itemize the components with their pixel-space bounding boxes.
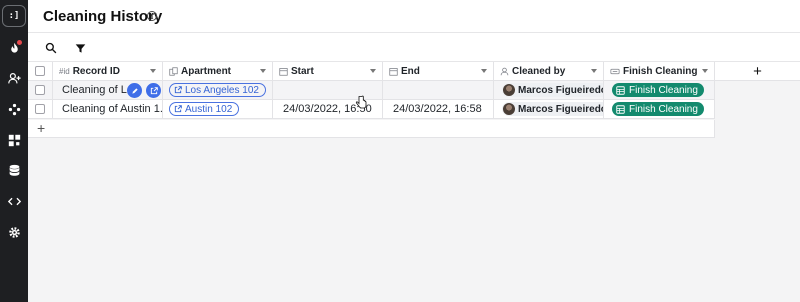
column-label: Apartment [181,65,232,77]
select-all-checkbox[interactable] [35,66,45,76]
page-header: Cleaning History i [28,0,800,33]
column-header-end[interactable]: End [383,62,494,81]
user-plus-icon[interactable] [6,70,22,86]
apartment-link-label: Austin 102 [185,103,233,115]
cleaned-by-cell[interactable]: Marcos Figueiredo [494,81,604,100]
end-cell[interactable]: 24/03/2022, 16:58 [383,100,494,119]
flame-icon[interactable] [6,40,22,56]
open-row-button[interactable] [146,83,161,98]
column-header-apartment[interactable]: Apartment [163,62,273,81]
chevron-down-icon[interactable] [591,69,597,73]
add-row-label: + [37,120,46,136]
apartment-link[interactable]: Austin 102 [169,102,240,116]
table-icon [616,104,625,114]
column-header-record-id[interactable]: #id Record ID [53,62,163,81]
column-label: Record ID [72,65,120,77]
chevron-down-icon[interactable] [702,69,708,73]
external-link-icon [174,105,182,113]
avatar [503,84,515,96]
table-toolbar [28,33,800,62]
column-label: Finish Cleaning [623,65,698,77]
record-id-text: Cleaning of Austin 1... [62,103,163,115]
hand-cursor-icon [355,95,367,109]
record-id-cell[interactable]: Cleaning of Austin 1... [53,100,163,119]
user-type-icon [500,67,509,76]
chevron-down-icon[interactable] [370,69,376,73]
column-header-start[interactable]: Start [273,62,383,81]
finish-cleaning-button[interactable]: Finish Cleaning [612,102,704,116]
code-icon[interactable] [6,193,22,209]
column-label: Start [291,65,314,77]
apartment-cell[interactable]: Los Angeles 102 [163,81,273,100]
row-select-cell [28,100,53,119]
notification-dot [17,40,22,45]
calendar-icon [389,67,398,76]
column-label: End [401,65,420,77]
chevron-down-icon[interactable] [150,69,156,73]
chevron-down-icon[interactable] [481,69,487,73]
finish-cleaning-label: Finish Cleaning [629,103,698,115]
user-name: Marcos Figueiredo [518,84,604,96]
apps-icon[interactable] [6,132,22,148]
chevron-down-icon[interactable] [260,69,266,73]
add-row-button[interactable]: + [28,120,715,138]
apartment-cell[interactable]: Austin 102 [163,100,273,119]
row-checkbox[interactable] [35,85,45,95]
external-link-icon [174,86,182,94]
user-chip: Marcos Figueiredo [502,102,604,116]
filter-icon[interactable] [71,39,89,57]
column-label: Cleaned by [512,65,566,77]
add-column-button[interactable]: + [715,62,800,81]
column-header-finish-cleaning[interactable]: Finish Cleaning [604,62,715,81]
row-select-cell [28,81,53,100]
app-logo[interactable]: :] [2,5,26,27]
avatar [503,103,515,115]
finish-cleaning-cell: Finish Cleaning [604,100,715,119]
database-icon[interactable] [6,162,22,178]
button-type-icon [610,67,620,76]
link-type-icon [169,66,178,76]
column-header-cleaned-by[interactable]: Cleaned by [494,62,604,81]
external-link-icon [150,86,158,94]
table-icon [616,85,625,95]
pencil-icon [131,87,138,94]
end-cell[interactable] [383,81,494,100]
end-value: 24/03/2022, 16:58 [393,103,482,115]
edit-row-button[interactable] [127,83,142,98]
workflow-icon[interactable] [6,101,22,117]
page-title: Cleaning History [43,8,163,25]
finish-cleaning-label: Finish Cleaning [629,84,698,96]
search-icon[interactable] [42,39,60,57]
calendar-icon [279,67,288,76]
finish-cleaning-cell: Finish Cleaning [604,81,715,100]
settings-icon[interactable] [6,224,22,240]
user-name: Marcos Figueiredo [518,103,604,115]
finish-cleaning-button[interactable]: Finish Cleaning [612,83,704,97]
row-checkbox[interactable] [35,104,45,114]
select-all-cell [28,62,53,81]
cleaned-by-cell[interactable]: Marcos Figueiredo [494,100,604,119]
apartment-link-label: Los Angeles 102 [185,84,259,96]
apartment-link[interactable]: Los Angeles 102 [169,83,266,97]
user-chip: Marcos Figueiredo [502,83,604,97]
info-icon[interactable]: i [147,11,157,21]
id-type-icon: #id [59,66,70,76]
app-rail: :] [0,0,28,302]
